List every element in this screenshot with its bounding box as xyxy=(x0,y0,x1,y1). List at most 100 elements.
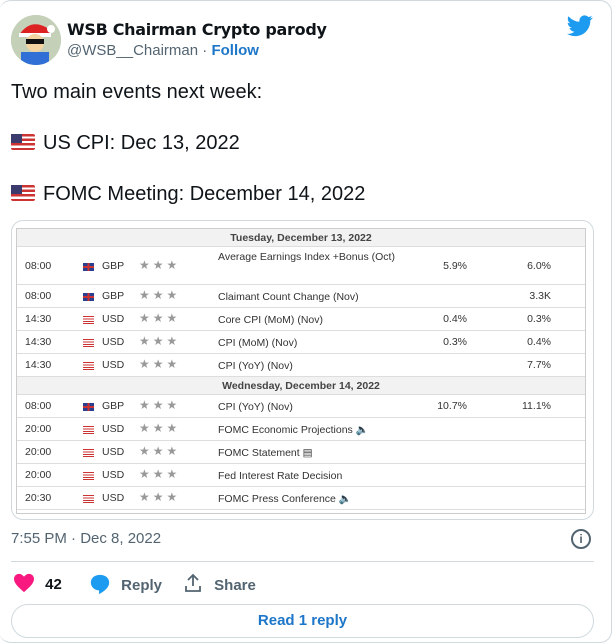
us-flag-icon xyxy=(83,426,94,434)
currency: USD xyxy=(102,492,125,504)
author-handle: @WSB__Chairman · Follow xyxy=(67,42,259,59)
us-flag-icon xyxy=(11,134,35,150)
day-header: Wednesday, December 14, 2022 xyxy=(17,377,585,395)
follow-button[interactable]: Follow xyxy=(211,42,259,59)
event-time: 20:00 xyxy=(25,469,52,481)
event-time: 08:00 xyxy=(25,290,52,302)
reply-label: Reply xyxy=(121,577,163,594)
share-button[interactable]: Share xyxy=(183,573,256,594)
us-flag-icon xyxy=(83,362,94,370)
table-row[interactable]: 14:30 USD ★★★ CPI (MoM) (Nov) 0.3% 0.4% xyxy=(17,331,585,354)
importance-stars-icon: ★★★ xyxy=(139,257,181,272)
fomc-text: FOMC Meeting: December 14, 2022 xyxy=(43,183,366,205)
like-button[interactable]: 42 xyxy=(13,573,62,593)
event-time: 14:30 xyxy=(25,336,52,348)
like-count: 42 xyxy=(45,576,62,593)
event-time: 20:00 xyxy=(25,446,52,458)
us-flag-icon xyxy=(83,472,94,480)
uk-flag-icon xyxy=(83,293,94,301)
currency: GBP xyxy=(102,290,125,302)
event-time: 14:30 xyxy=(25,359,52,371)
table-row[interactable]: 08:00 GBP ★★★ Claimant Count Change (Nov… xyxy=(17,285,585,308)
tweet-text-line: Two main events next week: xyxy=(11,81,263,103)
timestamp[interactable]: 7:55 PM · Dec 8, 2022 xyxy=(11,530,161,547)
avatar[interactable] xyxy=(11,15,61,65)
table-row[interactable]: 20:00 USD ★★★ FOMC Economic Projections … xyxy=(17,418,585,441)
tweet-card: WSB Chairman Crypto parody @WSB__Chairma… xyxy=(0,0,612,643)
currency: USD xyxy=(102,359,125,371)
table-row[interactable]: 14:30 USD ★★★ CPI (YoY) (Nov) 7.7% xyxy=(17,354,585,377)
table-row[interactable]: 20:30 USD ★★★ FOMC Press Conference 🔈 xyxy=(17,487,585,510)
previous-value: 0.3% xyxy=(527,313,551,325)
us-flag-icon xyxy=(83,495,94,503)
info-icon[interactable]: i xyxy=(571,529,591,549)
currency: USD xyxy=(102,313,125,325)
handle[interactable]: @WSB__Chairman xyxy=(67,42,198,59)
author-name[interactable]: WSB Chairman Crypto parody xyxy=(67,20,327,39)
table-row[interactable]: 20:00 USD ★★★ FOMC Statement ▤ xyxy=(17,441,585,464)
table-row[interactable]: 14:30 USD ★★★ Core CPI (MoM) (Nov) 0.4% … xyxy=(17,308,585,331)
currency: USD xyxy=(102,336,125,348)
actual-value: 10.7% xyxy=(437,400,467,412)
currency: USD xyxy=(102,446,125,458)
heart-icon xyxy=(14,573,34,593)
previous-value: 3.3K xyxy=(529,290,551,302)
reply-button[interactable]: Reply xyxy=(89,573,162,595)
tweet-image[interactable]: Tuesday, December 13, 2022 08:00 GBP ★★★ … xyxy=(11,220,594,520)
us-flag-icon xyxy=(83,316,94,324)
importance-stars-icon: ★★★ xyxy=(139,334,181,348)
read-replies-button[interactable]: Read 1 reply xyxy=(11,604,594,638)
event-name[interactable]: FOMC Statement ▤ xyxy=(218,445,408,461)
table-row[interactable]: 08:00 GBP ★★★ CPI (YoY) (Nov) 10.7% 11.1… xyxy=(17,395,585,418)
actual-value: 5.9% xyxy=(443,259,467,272)
importance-stars-icon: ★★★ xyxy=(139,490,181,504)
currency: USD xyxy=(102,423,125,435)
cpi-text: US CPI: Dec 13, 2022 xyxy=(43,132,240,154)
previous-value: 0.4% xyxy=(527,336,551,348)
event-time: 20:30 xyxy=(25,492,52,504)
event-name[interactable]: CPI (YoY) (Nov) xyxy=(218,399,408,415)
reply-bubble-icon xyxy=(90,574,110,595)
separator: · xyxy=(202,42,208,59)
us-flag-icon xyxy=(83,449,94,457)
event-name[interactable]: CPI (YoY) (Nov) xyxy=(218,358,408,374)
table-row[interactable]: 20:00 USD ★★★ Fed Interest Rate Decision xyxy=(17,464,585,487)
currency: USD xyxy=(102,469,125,481)
event-time: 14:30 xyxy=(25,313,52,325)
day-header: Tuesday, December 13, 2022 xyxy=(17,229,585,247)
table-row[interactable]: 08:00 GBP ★★★ Average Earnings Index +Bo… xyxy=(17,247,585,285)
uk-flag-icon xyxy=(83,262,94,271)
twitter-logo-icon[interactable] xyxy=(567,15,593,37)
uk-flag-icon xyxy=(83,403,94,411)
importance-stars-icon: ★★★ xyxy=(139,421,181,435)
importance-stars-icon: ★★★ xyxy=(139,444,181,458)
tweet-text-line: FOMC Meeting: December 14, 2022 xyxy=(11,183,365,206)
event-name[interactable]: Claimant Count Change (Nov) xyxy=(218,289,408,305)
currency: GBP xyxy=(102,400,125,412)
event-time: 20:00 xyxy=(25,423,52,435)
share-label: Share xyxy=(214,577,256,594)
us-flag-icon xyxy=(83,339,94,347)
event-time: 08:00 xyxy=(25,400,52,412)
importance-stars-icon: ★★★ xyxy=(139,398,181,412)
event-name[interactable]: Average Earnings Index +Bonus (Oct) xyxy=(218,249,408,265)
divider xyxy=(11,561,594,562)
importance-stars-icon: ★★★ xyxy=(139,288,181,302)
previous-value: 11.1% xyxy=(522,400,551,412)
tweet-text-line: US CPI: Dec 13, 2022 xyxy=(11,132,240,155)
event-name[interactable]: Core CPI (MoM) (Nov) xyxy=(218,312,408,328)
event-name[interactable]: Fed Interest Rate Decision xyxy=(218,468,408,484)
actual-value: 0.4% xyxy=(443,313,467,325)
currency: GBP xyxy=(102,259,125,272)
event-time: 08:00 xyxy=(25,259,52,272)
share-icon xyxy=(185,573,201,592)
actual-value: 0.3% xyxy=(443,336,467,348)
event-name[interactable]: FOMC Economic Projections 🔈 xyxy=(218,422,408,438)
event-name[interactable]: CPI (MoM) (Nov) xyxy=(218,335,408,351)
us-flag-icon xyxy=(11,185,35,201)
event-name[interactable]: FOMC Press Conference 🔈 xyxy=(218,491,408,507)
economic-calendar-table: Tuesday, December 13, 2022 08:00 GBP ★★★ … xyxy=(16,228,586,514)
importance-stars-icon: ★★★ xyxy=(139,357,181,371)
importance-stars-icon: ★★★ xyxy=(139,311,181,325)
previous-value: 6.0% xyxy=(527,259,551,272)
